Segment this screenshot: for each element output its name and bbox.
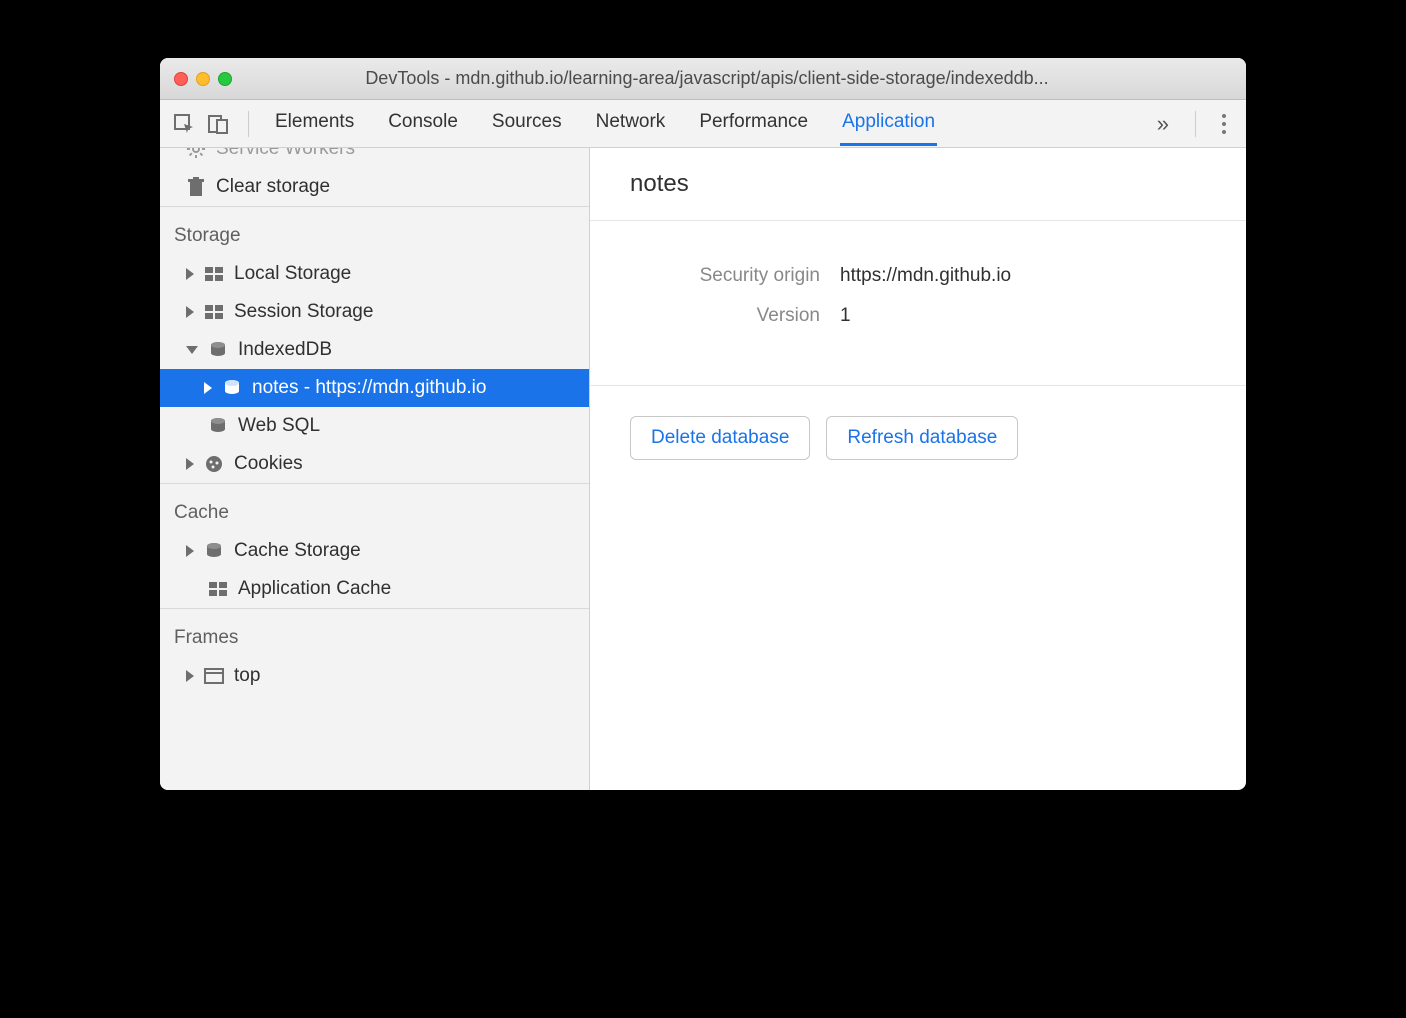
sidebar-item-label: Cache Storage (234, 540, 361, 562)
kv-security-origin: Security origin https://mdn.github.io (630, 265, 1206, 287)
minimize-window-button[interactable] (196, 72, 210, 86)
database-icon (208, 340, 228, 360)
sidebar-item-session-storage[interactable]: Session Storage (160, 293, 589, 331)
sidebar-item-application-cache[interactable]: Application Cache (160, 570, 589, 608)
sidebar-item-label: top (234, 665, 260, 687)
chevron-right-icon (204, 382, 212, 394)
security-origin-value: https://mdn.github.io (840, 265, 1011, 287)
device-toggle-icon[interactable] (204, 110, 232, 138)
sidebar-item-label: Web SQL (238, 415, 320, 437)
sidebar-item-label: Service Workers (216, 148, 355, 160)
panel-tabs: Elements Console Sources Network Perform… (265, 101, 1141, 146)
database-icon (208, 416, 228, 436)
sidebar-item-cache-storage[interactable]: Cache Storage (160, 532, 589, 570)
refresh-database-button[interactable]: Refresh database (826, 416, 1018, 460)
trash-icon (186, 177, 206, 197)
kv-version: Version 1 (630, 305, 1206, 327)
main-content: notes Security origin https://mdn.github… (590, 148, 1246, 790)
sidebar-item-local-storage[interactable]: Local Storage (160, 255, 589, 293)
panel-body: Service Workers Clear storage Storage Lo… (160, 148, 1246, 790)
action-buttons: Delete database Refresh database (590, 386, 1246, 490)
tab-application[interactable]: Application (840, 101, 937, 146)
application-sidebar: Service Workers Clear storage Storage Lo… (160, 148, 590, 790)
tab-network[interactable]: Network (594, 101, 668, 146)
sidebar-section-frames: Frames (160, 608, 589, 657)
cookie-icon (204, 454, 224, 474)
sidebar-item-label: Application Cache (238, 578, 391, 600)
close-window-button[interactable] (174, 72, 188, 86)
version-value: 1 (840, 305, 851, 327)
delete-database-button[interactable]: Delete database (630, 416, 810, 460)
security-origin-label: Security origin (630, 265, 840, 287)
sidebar-item-label: Local Storage (234, 263, 351, 285)
sidebar-item-service-workers[interactable]: Service Workers (160, 148, 589, 168)
database-icon (204, 541, 224, 561)
version-label: Version (630, 305, 840, 327)
devtools-window: DevTools - mdn.github.io/learning-area/j… (160, 58, 1246, 790)
frame-icon (204, 666, 224, 686)
tab-elements[interactable]: Elements (273, 101, 356, 146)
table-icon (204, 264, 224, 284)
table-icon (208, 579, 228, 599)
sidebar-item-label: notes - https://mdn.github.io (252, 377, 486, 399)
gear-icon (186, 148, 206, 159)
sidebar-item-label: IndexedDB (238, 339, 332, 361)
toolbar-separator (248, 111, 249, 137)
more-tabs-button[interactable]: » (1147, 111, 1179, 137)
settings-menu-button[interactable] (1212, 114, 1236, 134)
sidebar-item-label: Cookies (234, 453, 303, 475)
chevron-right-icon (186, 458, 194, 470)
window-titlebar: DevTools - mdn.github.io/learning-area/j… (160, 58, 1246, 100)
traffic-lights (174, 72, 232, 86)
sidebar-item-cookies[interactable]: Cookies (160, 445, 589, 483)
sidebar-item-clear-storage[interactable]: Clear storage (160, 168, 589, 206)
tab-performance[interactable]: Performance (697, 101, 810, 146)
sidebar-item-label: Clear storage (216, 176, 330, 198)
sidebar-item-notes-db[interactable]: notes - https://mdn.github.io (160, 369, 589, 407)
database-title: notes (590, 148, 1246, 221)
sidebar-item-label: Session Storage (234, 301, 373, 323)
window-title: DevTools - mdn.github.io/learning-area/j… (242, 68, 1232, 89)
chevron-right-icon (186, 306, 194, 318)
inspect-element-icon[interactable] (170, 110, 198, 138)
database-icon (222, 378, 242, 398)
sidebar-item-frame-top[interactable]: top (160, 657, 589, 695)
sidebar-item-websql[interactable]: Web SQL (160, 407, 589, 445)
chevron-right-icon (186, 268, 194, 280)
sidebar-item-indexeddb[interactable]: IndexedDB (160, 331, 589, 369)
maximize-window-button[interactable] (218, 72, 232, 86)
sidebar-section-cache: Cache (160, 483, 589, 532)
tab-console[interactable]: Console (386, 101, 460, 146)
tab-sources[interactable]: Sources (490, 101, 564, 146)
chevron-right-icon (186, 670, 194, 682)
chevron-right-icon (186, 545, 194, 557)
table-icon (204, 302, 224, 322)
sidebar-section-storage: Storage (160, 206, 589, 255)
database-details: Security origin https://mdn.github.io Ve… (590, 221, 1246, 386)
chevron-down-icon (186, 346, 198, 354)
toolbar-separator (1195, 111, 1196, 137)
devtools-toolbar: Elements Console Sources Network Perform… (160, 100, 1246, 148)
